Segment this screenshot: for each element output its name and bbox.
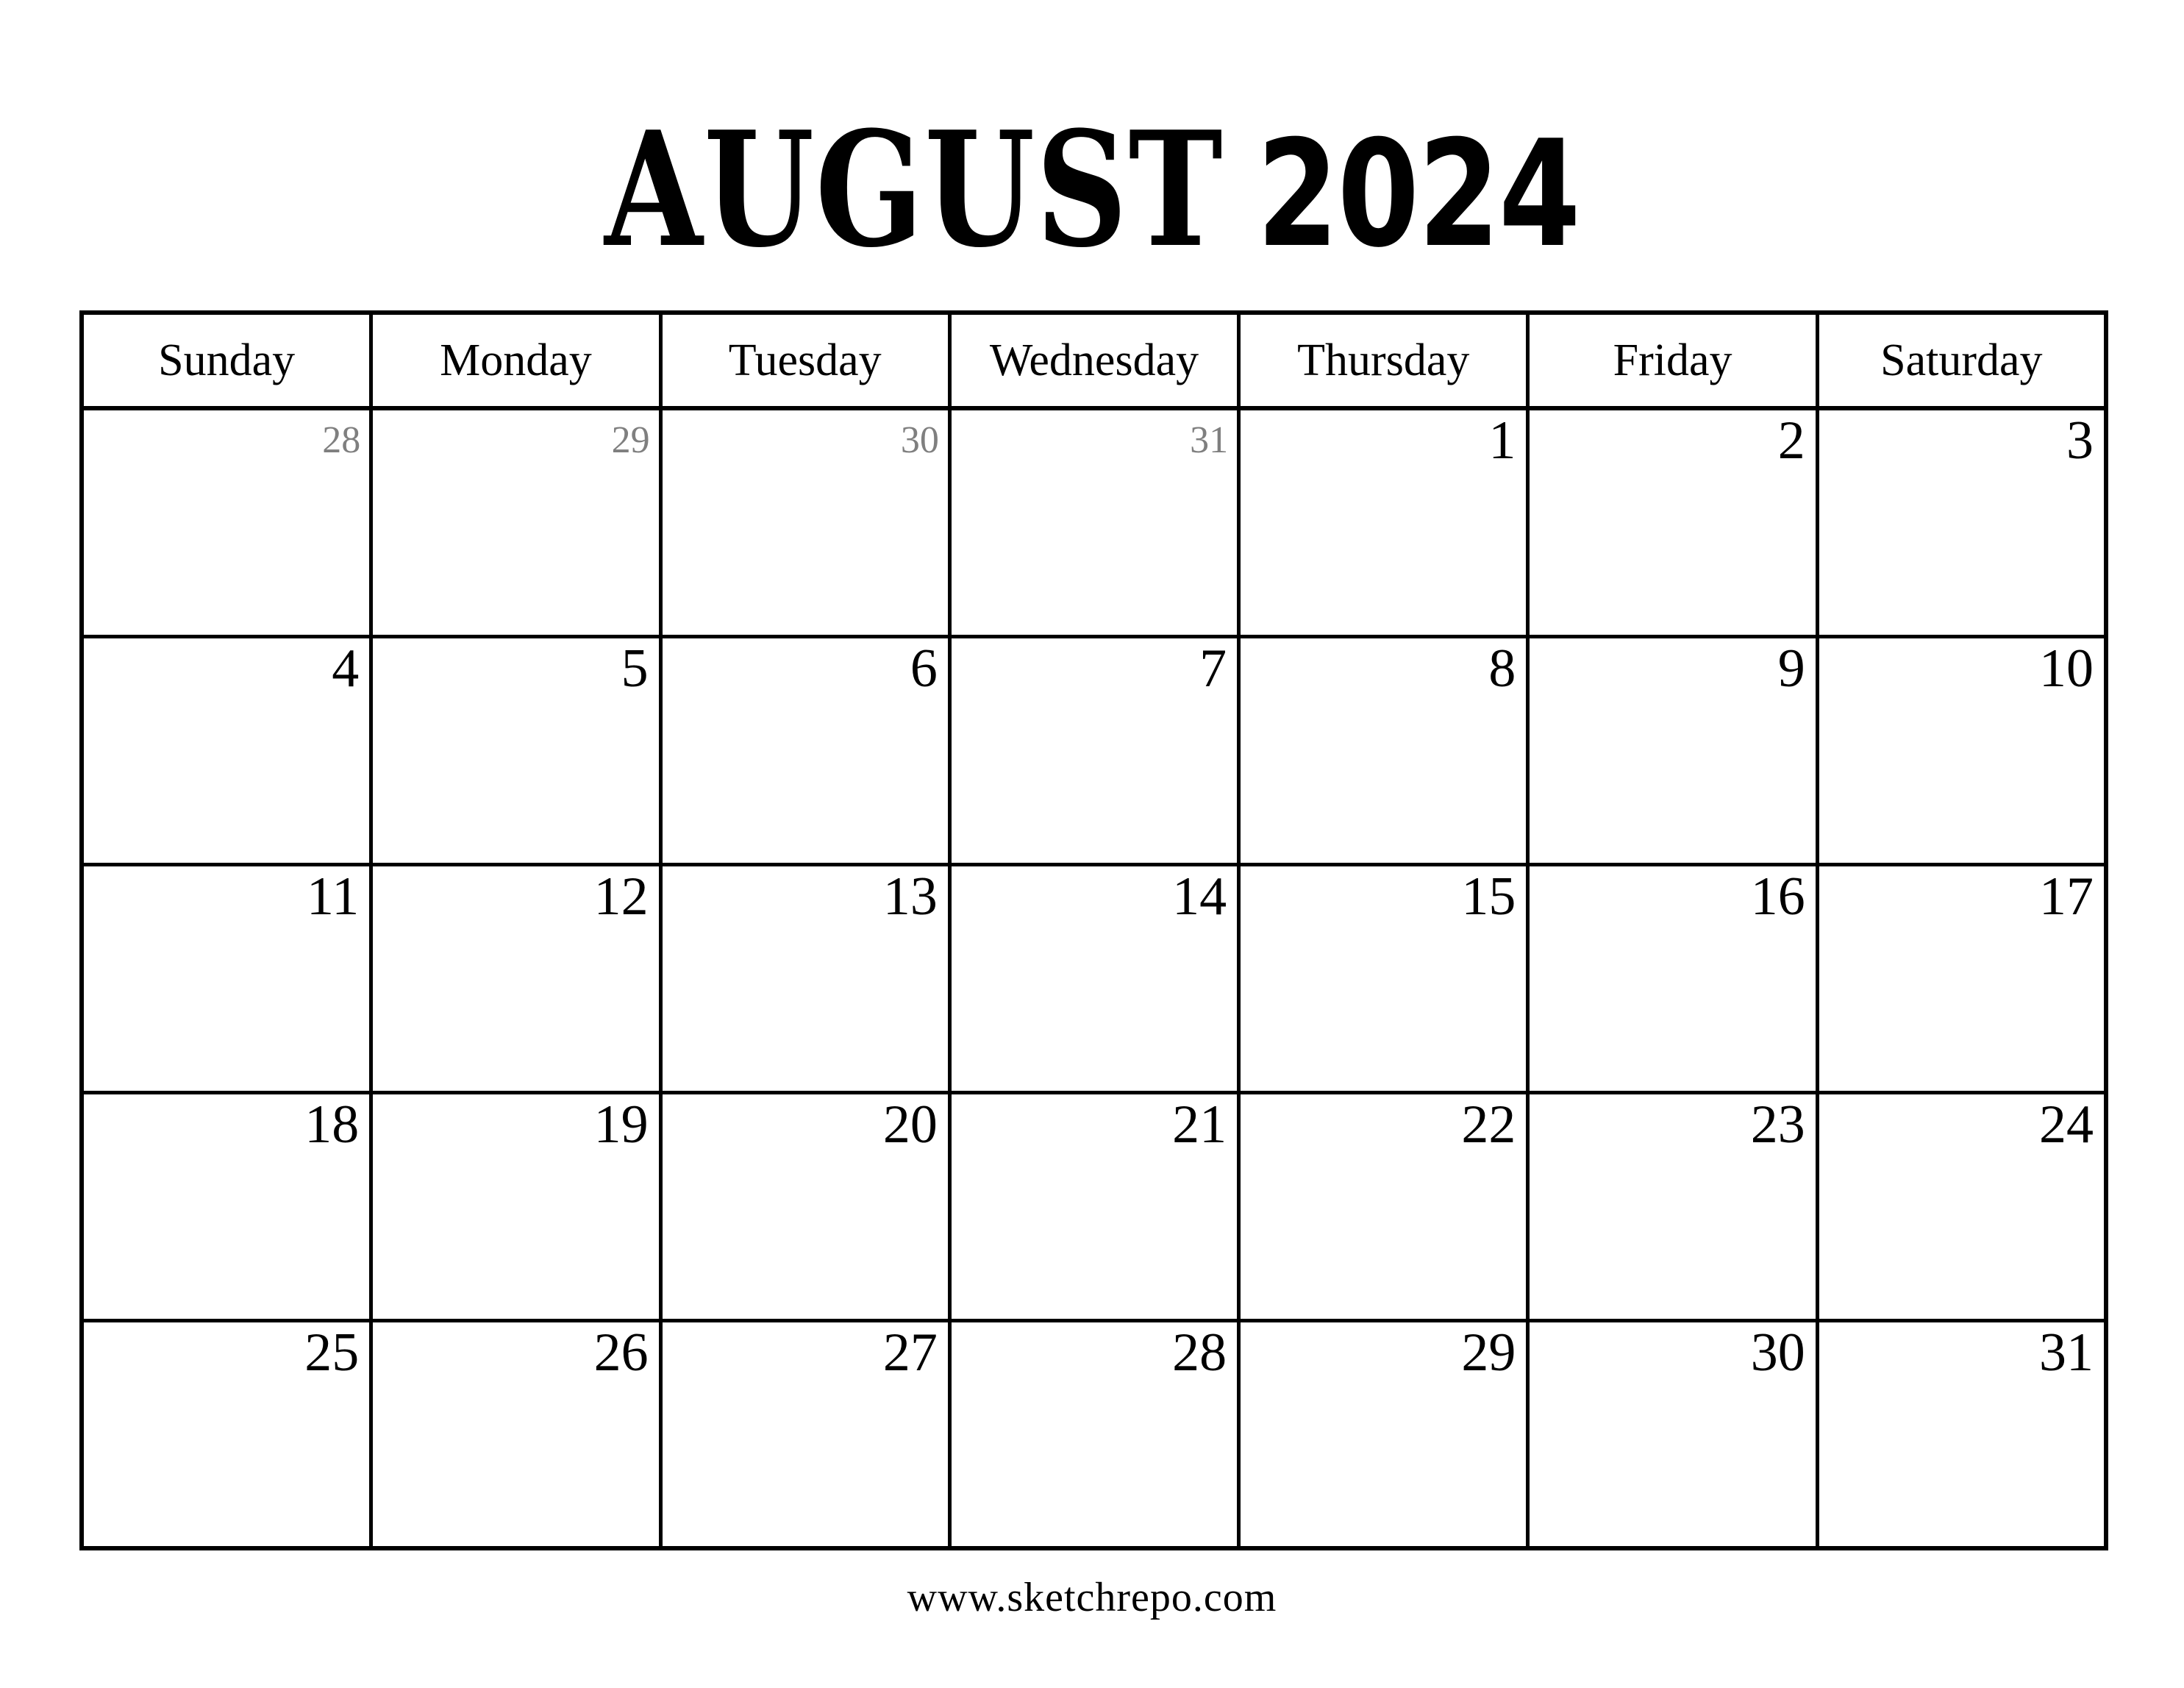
calendar-day-cell[interactable]: 21 — [951, 1094, 1241, 1322]
day-number: 23 — [1750, 1094, 1805, 1155]
day-number-adjacent-month: 29 — [611, 419, 650, 461]
weekday-header-row: Sunday Monday Tuesday Wednesday Thursday Frid… — [84, 315, 2108, 410]
day-number: 21 — [1172, 1094, 1227, 1155]
calendar-day-cell[interactable]: 23 — [1530, 1094, 1819, 1322]
calendar-day-cell[interactable]: 28 — [951, 1322, 1241, 1550]
day-number: 13 — [882, 866, 938, 927]
day-number: 27 — [882, 1322, 938, 1383]
calendar-day-cell[interactable]: 29 — [1241, 1322, 1530, 1550]
calendar-day-cell[interactable]: 27 — [662, 1322, 952, 1550]
calendar-day-cell[interactable]: 3 — [1819, 410, 2108, 638]
day-number: 1 — [1488, 410, 1516, 471]
calendar-day-cell[interactable]: 25 — [84, 1322, 374, 1550]
calendar-week-row: 4 5 6 7 8 9 10 — [84, 638, 2108, 866]
day-number: 15 — [1461, 866, 1516, 927]
day-number: 2 — [1777, 410, 1805, 471]
calendar-day-cell[interactable]: 18 — [84, 1094, 374, 1322]
day-number: 12 — [593, 866, 649, 927]
calendar-day-cell[interactable]: 11 — [84, 866, 374, 1094]
calendar-day-cell[interactable]: 7 — [951, 638, 1241, 866]
page-title: AUGUST 2024 — [218, 110, 1966, 268]
day-number-adjacent-month: 30 — [900, 419, 939, 461]
calendar-day-cell[interactable]: 19 — [373, 1094, 663, 1322]
calendar-day-cell[interactable]: 22 — [1241, 1094, 1530, 1322]
calendar-day-cell[interactable]: 13 — [662, 866, 952, 1094]
day-number: 14 — [1172, 866, 1227, 927]
day-number: 22 — [1461, 1094, 1516, 1155]
weekday-header-label: Friday — [1613, 335, 1732, 385]
day-number: 24 — [2038, 1094, 2094, 1155]
calendar-weeks: 28 29 30 31 1 2 3 4 5 6 7 8 9 10 11 12 13 14 15 16 17 18 19 20 2… — [84, 410, 2108, 1550]
weekday-header-tuesday: Tuesday — [662, 315, 952, 410]
day-number-adjacent-month: 28 — [322, 419, 361, 461]
calendar-day-cell[interactable]: 9 — [1530, 638, 1819, 866]
weekday-header-label: Thursday — [1297, 335, 1470, 385]
day-number: 26 — [593, 1322, 649, 1383]
day-number: 5 — [621, 638, 649, 699]
calendar-day-cell[interactable]: 16 — [1530, 866, 1819, 1094]
day-number: 10 — [2038, 638, 2094, 699]
day-number: 17 — [2038, 866, 2094, 927]
weekday-header-wednesday: Wednesday — [951, 315, 1241, 410]
calendar-day-cell[interactable]: 24 — [1819, 1094, 2108, 1322]
footer-website: www.sketchrepo.com — [907, 1575, 1277, 1620]
calendar-day-cell[interactable]: 12 — [373, 866, 663, 1094]
weekday-header-label: Saturday — [1880, 335, 2043, 385]
day-number: 6 — [910, 638, 938, 699]
day-number: 25 — [304, 1322, 360, 1383]
day-number: 7 — [1199, 638, 1227, 699]
calendar-day-cell[interactable]: 29 — [373, 410, 663, 638]
day-number: 8 — [1488, 638, 1516, 699]
calendar-day-cell[interactable]: 2 — [1530, 410, 1819, 638]
day-number: 4 — [332, 638, 360, 699]
weekday-header-label: Tuesday — [728, 335, 882, 385]
day-number: 20 — [882, 1094, 938, 1155]
calendar-day-cell[interactable]: 14 — [951, 866, 1241, 1094]
calendar-week-row: 28 29 30 31 1 2 3 — [84, 410, 2108, 638]
day-number-adjacent-month: 31 — [1190, 419, 1229, 461]
weekday-header-saturday: Saturday — [1819, 315, 2108, 410]
calendar-day-cell[interactable]: 8 — [1241, 638, 1530, 866]
day-number: 9 — [1777, 638, 1805, 699]
calendar-week-row: 11 12 13 14 15 16 17 — [84, 866, 2108, 1094]
calendar-grid: Sunday Monday Tuesday Wednesday Thursday Frid… — [79, 310, 2108, 1550]
day-number: 16 — [1750, 866, 1805, 927]
day-number: 30 — [1750, 1322, 1805, 1383]
day-number: 3 — [2066, 410, 2094, 471]
day-number: 28 — [1172, 1322, 1227, 1383]
weekday-header-friday: Friday — [1530, 315, 1819, 410]
calendar-day-cell[interactable]: 30 — [662, 410, 952, 638]
day-number: 31 — [2038, 1322, 2094, 1383]
calendar-day-cell[interactable]: 31 — [1819, 1322, 2108, 1550]
calendar-day-cell[interactable]: 30 — [1530, 1322, 1819, 1550]
day-number: 29 — [1461, 1322, 1516, 1383]
weekday-header-label: Sunday — [158, 335, 296, 385]
calendar-day-cell[interactable]: 28 — [84, 410, 374, 638]
calendar-day-cell[interactable]: 26 — [373, 1322, 663, 1550]
day-number: 11 — [307, 866, 360, 927]
weekday-header-monday: Monday — [373, 315, 663, 410]
month-label: AUGUST — [604, 96, 1224, 282]
calendar-day-cell[interactable]: 6 — [662, 638, 952, 866]
year-label: 2024 — [1257, 109, 1581, 280]
weekday-header-sunday: Sunday — [84, 315, 374, 410]
day-number: 18 — [304, 1094, 360, 1155]
calendar-day-cell[interactable]: 10 — [1819, 638, 2108, 866]
calendar-day-cell[interactable]: 4 — [84, 638, 374, 866]
calendar-day-cell[interactable]: 20 — [662, 1094, 952, 1322]
weekday-header-label: Monday — [440, 335, 592, 385]
weekday-header-label: Wednesday — [989, 335, 1199, 385]
calendar-week-row: 18 19 20 21 22 23 24 — [84, 1094, 2108, 1322]
calendar-week-row: 25 26 27 28 29 30 31 — [84, 1322, 2108, 1550]
calendar-day-cell[interactable]: 15 — [1241, 866, 1530, 1094]
weekday-header-thursday: Thursday — [1241, 315, 1530, 410]
calendar-day-cell[interactable]: 1 — [1241, 410, 1530, 638]
calendar-day-cell[interactable]: 31 — [951, 410, 1241, 638]
calendar-day-cell[interactable]: 5 — [373, 638, 663, 866]
calendar-day-cell[interactable]: 17 — [1819, 866, 2108, 1094]
day-number: 19 — [593, 1094, 649, 1155]
